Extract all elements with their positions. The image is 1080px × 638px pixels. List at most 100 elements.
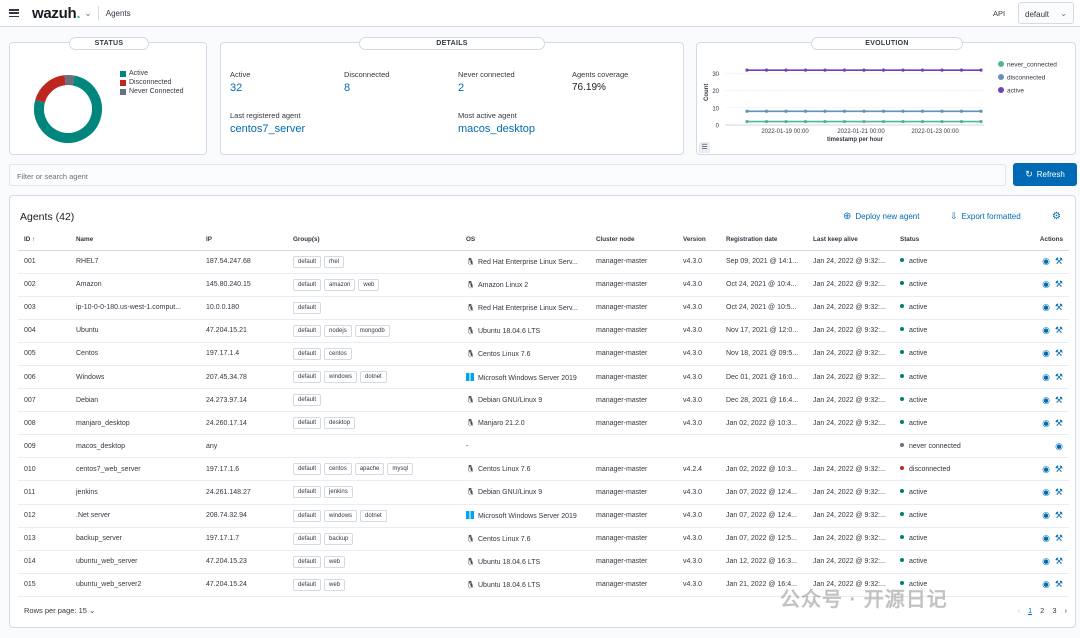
- column-header-status[interactable]: Status: [894, 230, 994, 251]
- eye-icon[interactable]: ◉: [1042, 372, 1050, 383]
- group-badge[interactable]: mysql: [387, 463, 414, 476]
- export-formatted-button[interactable]: ⇩ Export formatted: [950, 211, 1021, 222]
- data-point[interactable]: [764, 109, 769, 113]
- data-point[interactable]: [842, 68, 847, 72]
- search-input[interactable]: Filter or search agent: [9, 164, 1006, 186]
- group-badge[interactable]: default: [293, 278, 322, 291]
- data-point[interactable]: [862, 109, 866, 113]
- menu-icon[interactable]: [9, 9, 19, 17]
- data-point[interactable]: [862, 119, 866, 124]
- page-link[interactable]: 2: [1040, 606, 1044, 615]
- donut-slice-disconnected[interactable]: [35, 75, 66, 103]
- group-badge[interactable]: backup: [324, 532, 354, 545]
- group-badge[interactable]: windows: [324, 371, 358, 384]
- previous-page-icon[interactable]: ‹: [1017, 606, 1020, 615]
- wrench-icon[interactable]: ⚒: [1055, 395, 1063, 406]
- group-badge[interactable]: default: [293, 324, 322, 337]
- table-row[interactable]: 003 ip-10-0-0-180.us-west-1.comput... 10.0…: [18, 296, 1069, 320]
- data-point[interactable]: [881, 68, 886, 72]
- group-badge[interactable]: web: [358, 278, 380, 291]
- eye-icon[interactable]: ◉: [1042, 487, 1050, 498]
- eye-icon[interactable]: ◉: [1042, 510, 1050, 521]
- data-point[interactable]: [823, 119, 827, 124]
- table-row[interactable]: 014 ubuntu_web_server 47.204.15.23 default w…: [18, 550, 1069, 574]
- eye-icon[interactable]: ◉: [1042, 533, 1050, 544]
- wrench-icon[interactable]: ⚒: [1055, 487, 1063, 498]
- most-active-agent-link[interactable]: macos_desktop: [458, 123, 535, 135]
- group-badge[interactable]: nodejs: [324, 324, 352, 337]
- data-point[interactable]: [745, 109, 749, 113]
- table-row[interactable]: 007 Debian 24.273.97.14 default 🐧 Debian GNU/…: [18, 388, 1069, 413]
- group-badge[interactable]: default: [293, 371, 322, 384]
- table-row[interactable]: 010 centos7_web_server 197.17.1.6 default ce…: [18, 457, 1069, 482]
- group-badge[interactable]: default: [293, 578, 322, 591]
- column-header-name[interactable]: Name: [70, 230, 200, 251]
- data-point[interactable]: [959, 119, 964, 124]
- data-point[interactable]: [901, 68, 905, 72]
- group-badge[interactable]: web: [324, 555, 346, 568]
- data-point[interactable]: [784, 109, 788, 113]
- eye-icon[interactable]: ◉: [1042, 348, 1050, 359]
- data-point[interactable]: [823, 68, 827, 72]
- wazuh-logo[interactable]: wazuh.: [32, 5, 81, 22]
- eye-icon[interactable]: ◉: [1042, 579, 1050, 590]
- data-point[interactable]: [881, 119, 886, 124]
- table-row[interactable]: 002 Amazon 145.80.240.15 default amazon web 🐧 A…: [18, 273, 1069, 297]
- eye-icon[interactable]: ◉: [1042, 302, 1050, 313]
- group-badge[interactable]: default: [293, 509, 322, 522]
- group-badge[interactable]: default: [293, 532, 322, 545]
- table-row[interactable]: 009 macos_desktop any - never connected ◉: [18, 434, 1069, 459]
- data-point[interactable]: [784, 119, 788, 124]
- table-row[interactable]: 008 manjaro_desktop 24.260.17.14 default des…: [18, 411, 1069, 436]
- data-point[interactable]: [823, 109, 827, 113]
- table-row[interactable]: 013 backup_server 197.17.1.7 default backup 🐧…: [18, 527, 1069, 551]
- donut-slice-never-connected[interactable]: [64, 75, 75, 86]
- data-point[interactable]: [784, 68, 788, 72]
- data-point[interactable]: [842, 109, 847, 113]
- next-page-icon[interactable]: ›: [1065, 606, 1068, 615]
- data-point[interactable]: [842, 119, 847, 124]
- wrench-icon[interactable]: ⚒: [1055, 302, 1063, 313]
- group-badge[interactable]: default: [293, 555, 322, 568]
- column-header-version[interactable]: Version: [677, 230, 720, 251]
- group-badge[interactable]: web: [324, 578, 346, 591]
- page-link[interactable]: 1: [1028, 606, 1032, 615]
- legend-item[interactable]: Never Connected: [120, 88, 183, 96]
- group-badge[interactable]: centos: [324, 463, 352, 476]
- data-point[interactable]: [764, 68, 769, 72]
- legend-label[interactable]: never_connected: [1007, 62, 1057, 69]
- table-row[interactable]: 011 jenkins 24.261.148.27 default jenkins 🐧 De…: [18, 480, 1069, 505]
- eye-icon[interactable]: ◉: [1042, 418, 1050, 429]
- group-badge[interactable]: default: [293, 301, 322, 314]
- data-point[interactable]: [803, 109, 808, 113]
- table-row[interactable]: 012 .Net server 208.74.32.94 default windows…: [18, 504, 1069, 528]
- column-header-group-s[interactable]: Group(s): [287, 230, 460, 251]
- refresh-button[interactable]: ↻ Refresh: [1013, 163, 1077, 186]
- wrench-icon[interactable]: ⚒: [1055, 325, 1063, 336]
- data-point[interactable]: [979, 119, 983, 124]
- group-badge[interactable]: windows: [324, 509, 358, 522]
- table-row[interactable]: 006 Windows 207.45.34.78 default windows dotn…: [18, 365, 1069, 390]
- wrench-icon[interactable]: ⚒: [1055, 372, 1063, 383]
- data-point[interactable]: [920, 68, 925, 72]
- data-point[interactable]: [959, 109, 964, 113]
- wrench-icon[interactable]: ⚒: [1055, 279, 1063, 290]
- wrench-icon[interactable]: ⚒: [1055, 348, 1063, 359]
- group-badge[interactable]: default: [293, 255, 322, 268]
- breadcrumb[interactable]: Agents: [106, 9, 131, 18]
- group-badge[interactable]: default: [293, 347, 322, 360]
- eye-icon[interactable]: ◉: [1042, 279, 1050, 290]
- eye-icon[interactable]: ◉: [1042, 395, 1050, 406]
- chevron-down-icon[interactable]: ⌄: [84, 8, 92, 19]
- data-point[interactable]: [940, 68, 944, 72]
- last-registered-agent-link[interactable]: centos7_server: [230, 123, 305, 135]
- data-point[interactable]: [920, 109, 925, 113]
- table-row[interactable]: 001 RHEL7 187.54.247.68 default rhel 🐧 Red Hat…: [18, 250, 1069, 274]
- data-point[interactable]: [959, 68, 964, 72]
- data-point[interactable]: [940, 109, 944, 113]
- group-badge[interactable]: jenkins: [324, 486, 353, 499]
- group-badge[interactable]: amazon: [324, 278, 356, 291]
- data-point[interactable]: [940, 119, 944, 124]
- data-point[interactable]: [764, 119, 769, 124]
- eye-icon[interactable]: ◉: [1055, 441, 1063, 452]
